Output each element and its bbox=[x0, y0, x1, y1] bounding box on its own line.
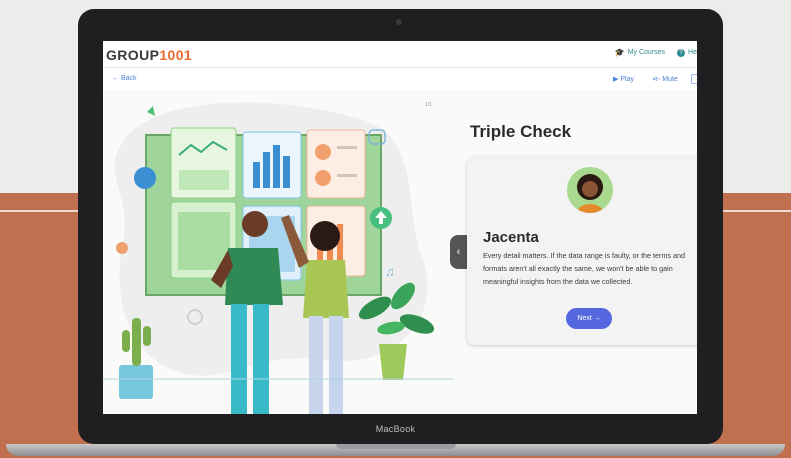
back-button[interactable]: ← Back bbox=[112, 75, 137, 82]
pie-chart-panel bbox=[306, 129, 366, 199]
graduation-cap-icon: 🎓 bbox=[614, 48, 625, 57]
clock-icon bbox=[116, 242, 128, 254]
lesson-toolbar: ← Back ▶ Play ⊲◦ Mute bbox=[103, 68, 697, 90]
mute-button[interactable]: ⊲◦ Mute bbox=[652, 75, 678, 83]
dialogue-card: Jacenta Every detail matters. If the dat… bbox=[467, 157, 697, 345]
cactus-plant bbox=[119, 318, 153, 399]
laptop-brand-label: MacBook bbox=[375, 424, 416, 434]
my-courses-link[interactable]: My Courses bbox=[628, 49, 665, 56]
chevron-left-icon[interactable]: ‹ bbox=[450, 235, 467, 269]
laptop-base bbox=[6, 444, 785, 456]
bar-chart-panel bbox=[242, 131, 302, 199]
camera bbox=[396, 19, 402, 25]
character-avatar bbox=[567, 167, 613, 213]
leaf-icon bbox=[147, 106, 155, 116]
line-chart-panel bbox=[170, 127, 237, 199]
captions-icon[interactable] bbox=[691, 74, 697, 84]
app-screen: GROUP1001 🎓 My Courses ? He ← Back ▶ Pla… bbox=[103, 41, 697, 414]
group1001-logo[interactable]: GROUP1001 bbox=[106, 47, 192, 63]
dialogue-message: Every detail matters. If the data range … bbox=[483, 251, 686, 286]
character-name: Jacenta bbox=[483, 229, 539, 246]
help-icon[interactable]: ? bbox=[677, 48, 686, 57]
slide-title: Triple Check bbox=[470, 122, 572, 141]
next-button[interactable]: Next → bbox=[566, 308, 612, 329]
nav-right: 🎓 My Courses ? He bbox=[615, 48, 697, 57]
slide-content: 1/1 ♫ Triple Check ‹ Jacenta Every detai… bbox=[103, 90, 697, 414]
data-analysis-illustration: ♫ bbox=[103, 102, 453, 414]
avatar-portrait bbox=[576, 174, 604, 213]
pointer-bubble-icon bbox=[134, 167, 156, 189]
music-note-icon: ♫ bbox=[385, 264, 395, 279]
help-link[interactable]: He bbox=[688, 49, 697, 56]
top-navigation: GROUP1001 🎓 My Courses ? He bbox=[103, 41, 697, 68]
play-button[interactable]: ▶ Play bbox=[613, 75, 634, 83]
